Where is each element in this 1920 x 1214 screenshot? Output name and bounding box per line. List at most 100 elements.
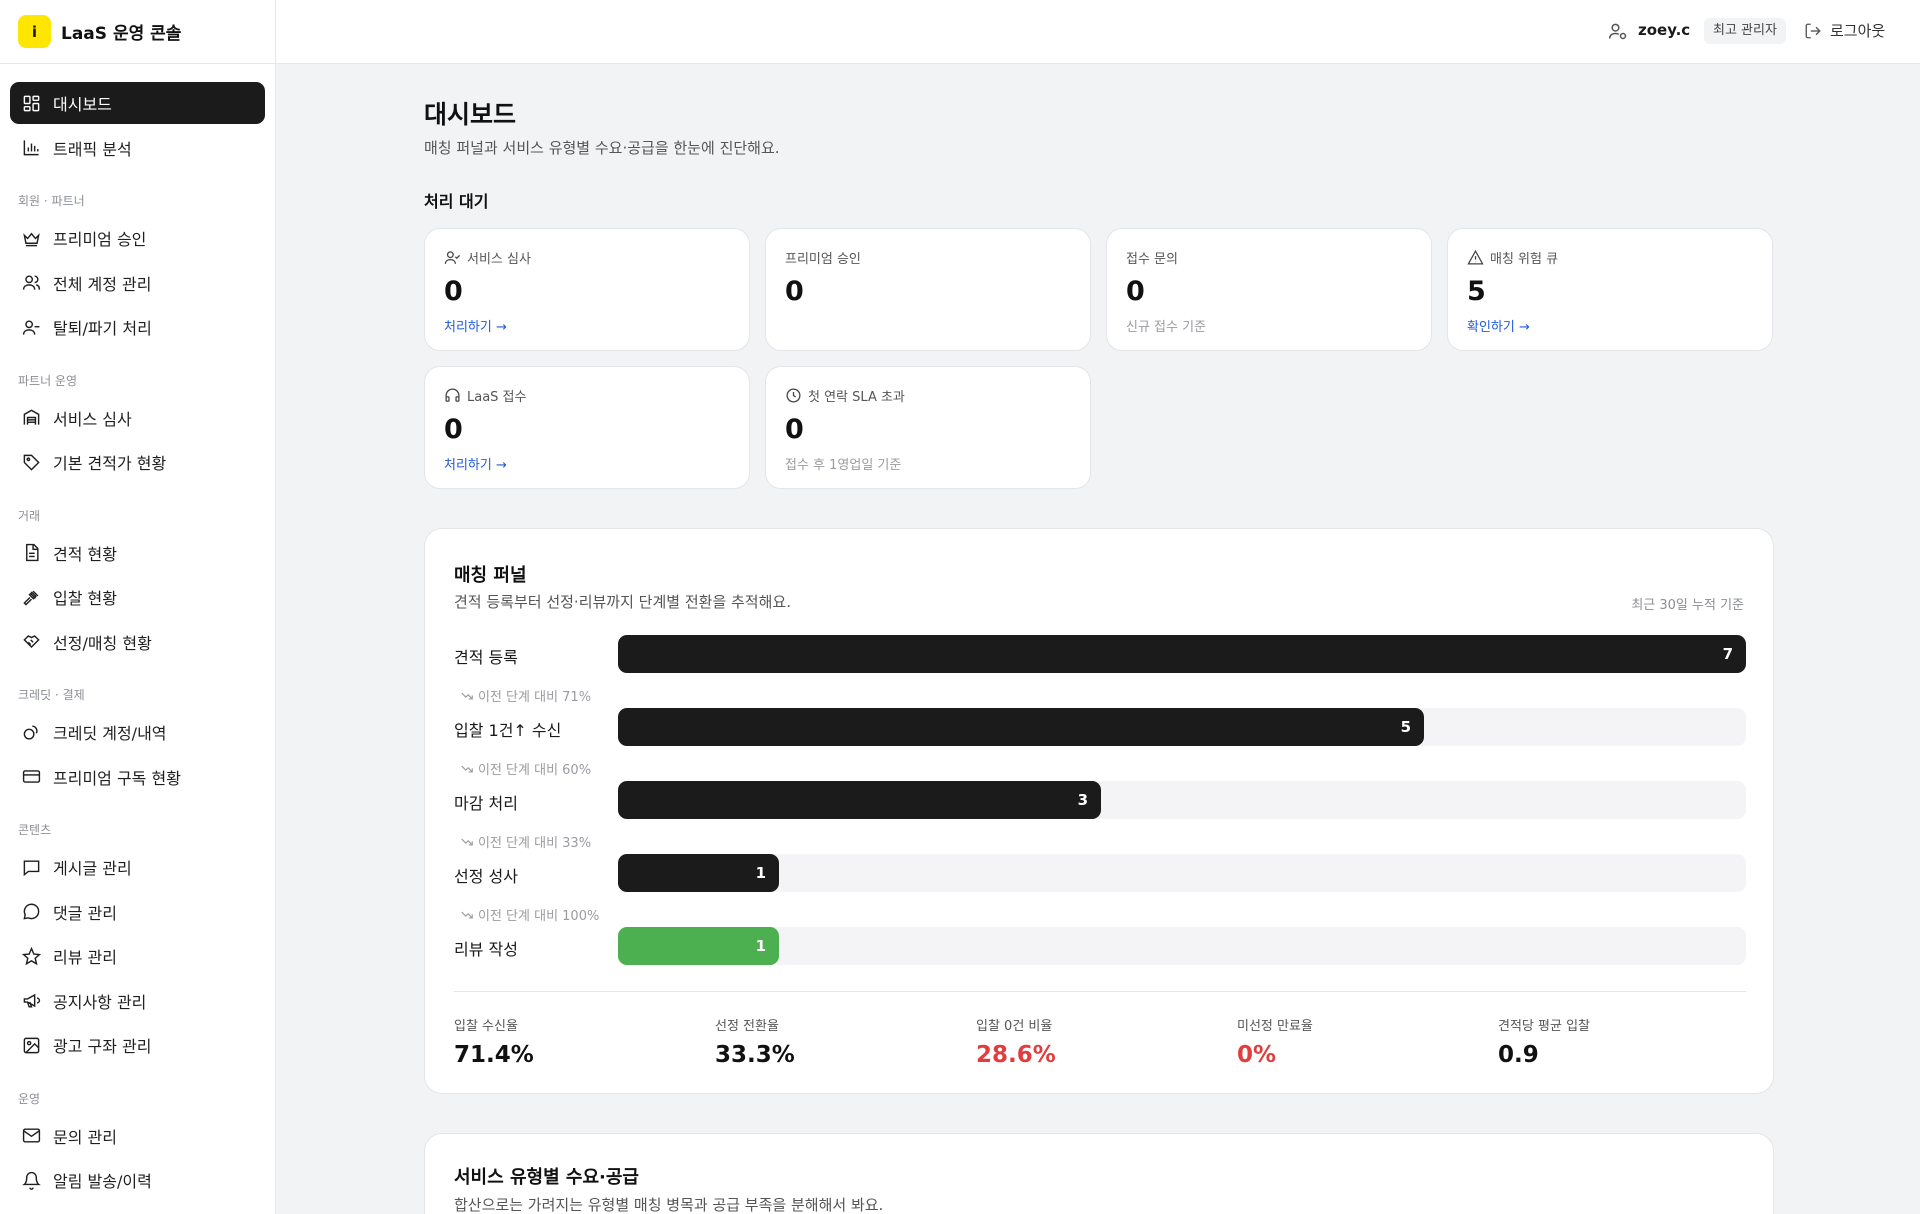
stat-value: 33.3% — [715, 1042, 795, 1068]
sidebar-item-matching[interactable]: 선정/매칭 현황 — [10, 621, 265, 663]
sidebar-item-dashboard[interactable]: 대시보드 — [10, 82, 265, 124]
logout-label: 로그아웃 — [1830, 22, 1886, 40]
funnel-track: 1 — [618, 854, 1746, 892]
sidebar-item-bids[interactable]: 입찰 현황 — [10, 576, 265, 618]
megaphone-icon — [23, 993, 41, 1008]
card-label: LaaS 접수 — [444, 386, 730, 405]
card-label: 프리미엄 승인 — [785, 248, 1071, 267]
funnel-conversion-text: 이전 단계 대비 71% — [478, 690, 592, 705]
sidebar: i LaaS 운영 콘솔 대시보드 트래픽 분석 회원 · 파트너 프리미엄 승… — [0, 0, 276, 1214]
document-icon — [26, 543, 39, 562]
funnel-stage-label: 입찰 1건↑ 수신 — [454, 721, 562, 740]
trending-down-icon — [461, 838, 473, 845]
card-label: 접수 문의 — [1126, 248, 1412, 267]
sidebar-item-withdrawal[interactable]: 탈퇴/파기 처리 — [10, 306, 265, 348]
top-bar: zoey.c 최고 관리자 로그아웃 — [276, 0, 1920, 64]
sidebar-item-ads[interactable]: 광고 구좌 관리 — [10, 1024, 265, 1066]
sidebar-item-label: 광고 구좌 관리 — [53, 1037, 152, 1056]
check-link[interactable]: 확인하기 → — [1467, 316, 1530, 335]
user-name[interactable]: zoey.c — [1638, 21, 1690, 39]
headset-icon — [445, 387, 460, 402]
process-link[interactable]: 처리하기 → — [444, 316, 507, 335]
stat-label: 견적당 평균 입찰 — [1498, 1019, 1590, 1034]
sidebar-item-accounts[interactable]: 전체 계정 관리 — [10, 262, 265, 304]
card-label-text: 프리미엄 승인 — [785, 251, 861, 267]
gavel-icon — [23, 590, 39, 606]
funnel-stage-label: 리뷰 작성 — [454, 940, 518, 959]
sidebar-item-premium-approval[interactable]: 프리미엄 승인 — [10, 217, 265, 259]
sidebar-item-subscription[interactable]: 프리미엄 구독 현황 — [10, 756, 265, 798]
stat-value: 0.9 — [1498, 1042, 1539, 1068]
funnel-period-note: 최근 30일 누적 기준 — [1631, 598, 1744, 613]
trending-down-icon — [461, 692, 473, 699]
funnel-bar: 5 — [618, 708, 1424, 746]
funnel-stage: 선정 성사 1 — [454, 854, 1746, 892]
sidebar-item-label: 서비스 심사 — [53, 409, 132, 429]
sidebar-item-notifications[interactable]: 알림 발송/이력 — [10, 1159, 265, 1201]
sidebar-item-service-review[interactable]: 서비스 심사 — [10, 397, 265, 439]
clock-icon — [786, 387, 801, 403]
message-circle-icon — [23, 903, 40, 920]
sidebar-item-label: 게시글 관리 — [53, 859, 132, 878]
star-icon — [22, 946, 41, 965]
funnel-stage-label: 마감 처리 — [454, 794, 518, 813]
sidebar-item-traffic[interactable]: 트래픽 분석 — [10, 127, 265, 169]
sidebar-item-label: 문의 관리 — [53, 1127, 117, 1147]
brand[interactable]: i LaaS 운영 콘솔 — [0, 0, 275, 64]
logout-button[interactable]: 로그아웃 — [1804, 20, 1885, 41]
funnel-track: 3 — [618, 781, 1746, 819]
mail-icon — [22, 1128, 41, 1143]
sidebar-item-label: 공지사항 관리 — [53, 992, 147, 1012]
funnel-panel: 매칭 퍼널 견적 등록부터 선정·리뷰까지 단계별 전환을 추적해요. 최근 3… — [424, 528, 1774, 1094]
card-value: 0 — [444, 414, 463, 445]
supply-demand-title: 서비스 유형별 수요·공급 — [454, 1167, 639, 1188]
user-settings-icon — [1608, 23, 1627, 40]
pending-card-premium-approval: 프리미엄 승인 0 — [765, 228, 1091, 351]
card-note: 접수 후 1영업일 기준 — [785, 458, 902, 473]
warehouse-icon — [23, 409, 40, 425]
pending-card-laas-intake: LaaS 접수 0 처리하기 → — [424, 366, 750, 489]
funnel-bar-value: 5 — [1400, 718, 1411, 736]
process-link[interactable]: 처리하기 → — [444, 454, 507, 473]
sidebar-item-quotes[interactable]: 견적 현황 — [10, 532, 265, 574]
stat-value: 28.6% — [976, 1042, 1056, 1068]
sidebar-item-base-quote[interactable]: 기본 견적가 현황 — [10, 441, 265, 483]
page-subtitle: 매칭 퍼널과 서비스 유형별 수요·공급을 한눈에 진단해요. — [424, 139, 780, 157]
card-label-text: 첫 연락 SLA 초과 — [808, 389, 905, 405]
funnel-bar: 3 — [618, 781, 1101, 819]
sidebar-item-notices[interactable]: 공지사항 관리 — [10, 980, 265, 1022]
funnel-track: 1 — [618, 927, 1746, 965]
supply-demand-subtitle: 합산으로는 가려지는 유형별 매칭 병목과 공급 부족을 분해해서 봐요. — [454, 1196, 884, 1214]
sidebar-item-reviews[interactable]: 리뷰 관리 — [10, 935, 265, 977]
sidebar-nav: 대시보드 트래픽 분석 회원 · 파트너 프리미엄 승인 전체 계정 관리 탈퇴… — [0, 64, 275, 1201]
stat-value: 71.4% — [454, 1042, 534, 1068]
card-value: 0 — [1126, 276, 1145, 307]
funnel-conversion-text: 이전 단계 대비 60% — [478, 763, 592, 778]
sidebar-section-title: 콘텐츠 — [18, 823, 52, 837]
sidebar-section-title: 크레딧 · 결제 — [18, 688, 85, 702]
funnel-conversion: 이전 단계 대비 71% — [460, 686, 591, 705]
sidebar-item-inquiries[interactable]: 문의 관리 — [10, 1115, 265, 1157]
sidebar-item-label: 트래픽 분석 — [53, 139, 132, 159]
sidebar-item-label: 프리미엄 승인 — [53, 230, 147, 249]
message-square-icon — [23, 859, 40, 876]
sidebar-item-label: 기본 견적가 현황 — [53, 454, 167, 473]
stat-label: 미선정 만료율 — [1237, 1019, 1313, 1034]
funnel-conversion: 이전 단계 대비 100% — [460, 905, 599, 924]
stat-bid-receive-rate: 입찰 수신율 71.4% — [454, 1015, 704, 1068]
funnel-stage: 마감 처리 3 — [454, 781, 1746, 819]
sidebar-item-label: 전체 계정 관리 — [53, 274, 152, 294]
sidebar-item-comments[interactable]: 댓글 관리 — [10, 891, 265, 933]
sidebar-section-title: 운영 — [18, 1091, 41, 1106]
card-label-text: 접수 문의 — [1126, 251, 1178, 267]
sidebar-item-credits[interactable]: 크레딧 계정/내역 — [10, 711, 265, 753]
sidebar-item-label: 크레딧 계정/내역 — [53, 724, 167, 743]
funnel-bar: 1 — [618, 927, 779, 965]
card-label-text: 서비스 심사 — [467, 251, 531, 267]
funnel-conversion: 이전 단계 대비 60% — [460, 759, 591, 778]
sidebar-item-posts[interactable]: 게시글 관리 — [10, 846, 265, 888]
page-title: 대시보드 — [424, 100, 517, 129]
credit-card-icon — [22, 770, 41, 783]
app-title: LaaS 운영 콘솔 — [61, 24, 182, 44]
bar-chart-icon — [23, 140, 39, 156]
